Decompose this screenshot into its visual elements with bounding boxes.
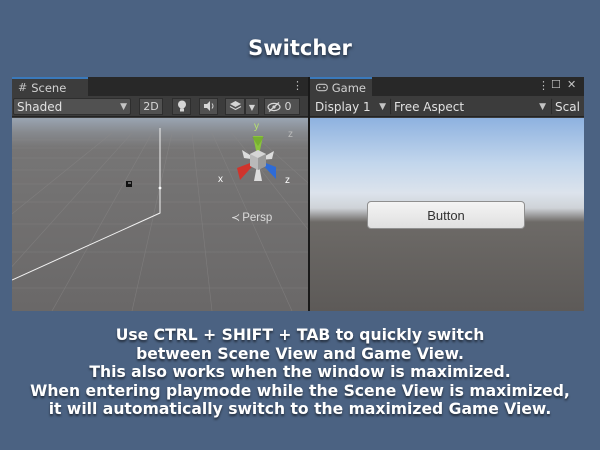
speaker-icon: [203, 101, 213, 111]
scene-menu-icon[interactable]: ⋮: [292, 79, 303, 92]
scene-pane: # Scene ⋮ Shaded ▼ 2D ▼ 0 z y x z ≺ Pers…: [12, 77, 308, 311]
scale-slider-label[interactable]: Scal: [551, 98, 584, 115]
caption-line: between Scene View and Game View.: [136, 344, 464, 363]
grid-icon: #: [18, 81, 28, 94]
projection-toggle[interactable]: ≺ Persp: [231, 211, 272, 224]
page-title: Switcher: [248, 36, 352, 60]
game-menu-icon[interactable]: ⋮: [538, 79, 549, 92]
eye-slash-icon: [267, 102, 281, 112]
caption-line: When entering playmode while the Scene V…: [30, 381, 570, 400]
lighting-toggle-button[interactable]: [172, 98, 191, 115]
close-icon[interactable]: ✕: [567, 78, 576, 91]
chevron-down-icon: ▼: [248, 103, 256, 112]
caption: Use CTRL + SHIFT + TAB to quickly switch…: [0, 326, 600, 419]
scene-orientation-gizmo[interactable]: [218, 120, 302, 198]
scene-tabbar: # Scene ⋮: [12, 77, 308, 96]
shading-mode-dropdown[interactable]: Shaded ▼: [13, 98, 131, 115]
caption-line: This also works when the window is maxim…: [89, 363, 511, 382]
lightbulb-icon: [177, 100, 186, 112]
caption-line: Use CTRL + SHIFT + TAB to quickly switch: [115, 326, 485, 344]
chevron-down-icon: ▼: [120, 102, 127, 112]
effects-icon: [229, 101, 241, 111]
effects-chevron[interactable]: ▼: [245, 98, 259, 115]
gizmo-z-label: z: [285, 175, 290, 186]
gamepad-icon: [316, 83, 328, 92]
game-ui-button[interactable]: Button: [367, 201, 525, 229]
scale-label: Scal: [555, 100, 580, 114]
tab-game-label: Game: [331, 80, 366, 95]
maximize-icon[interactable]: ☐: [551, 78, 561, 91]
unity-editor: # Scene ⋮ Shaded ▼ 2D ▼ 0 z y x z ≺ Pers…: [12, 77, 584, 311]
projection-label: Persp: [242, 211, 273, 224]
scene-visibility-toggle[interactable]: 0: [264, 98, 300, 115]
hidden-count: 0: [284, 100, 292, 113]
gizmo-y-label: y: [254, 121, 259, 132]
tab-scene[interactable]: # Scene: [12, 77, 88, 96]
gizmo-x-label: x: [218, 174, 223, 185]
aspect-dropdown[interactable]: Free Aspect ▼: [390, 98, 550, 115]
2d-toggle-button[interactable]: 2D: [139, 98, 163, 115]
scene-toolbar: Shaded ▼ 2D ▼ 0: [12, 96, 308, 117]
chevron-down-icon: ▼: [539, 102, 546, 112]
tab-scene-label: Scene: [31, 80, 67, 95]
display-dropdown[interactable]: Display 1 ▼: [311, 98, 390, 115]
scene-viewport[interactable]: z y x z ≺ Persp: [12, 118, 308, 311]
aspect-value: Free Aspect: [394, 100, 465, 114]
chevron-down-icon: ▼: [379, 102, 386, 112]
caption-line: it will automatically switch to the maxi…: [48, 400, 552, 419]
audio-toggle-button[interactable]: [199, 98, 218, 115]
tab-game[interactable]: Game: [310, 77, 372, 96]
game-toolbar: Display 1 ▼ Free Aspect ▼ Scal: [310, 96, 584, 117]
game-pane: Game ⋮ ☐ ✕ Display 1 ▼ Free Aspect ▼ Sca…: [310, 77, 584, 311]
display-value: Display 1: [315, 100, 371, 114]
game-tabbar: Game ⋮ ☐ ✕: [310, 77, 584, 96]
game-viewport: Button: [310, 118, 584, 311]
effects-dropdown-button[interactable]: [225, 98, 245, 115]
shading-mode-value: Shaded: [17, 100, 63, 114]
perspective-icon: ≺: [231, 211, 241, 224]
